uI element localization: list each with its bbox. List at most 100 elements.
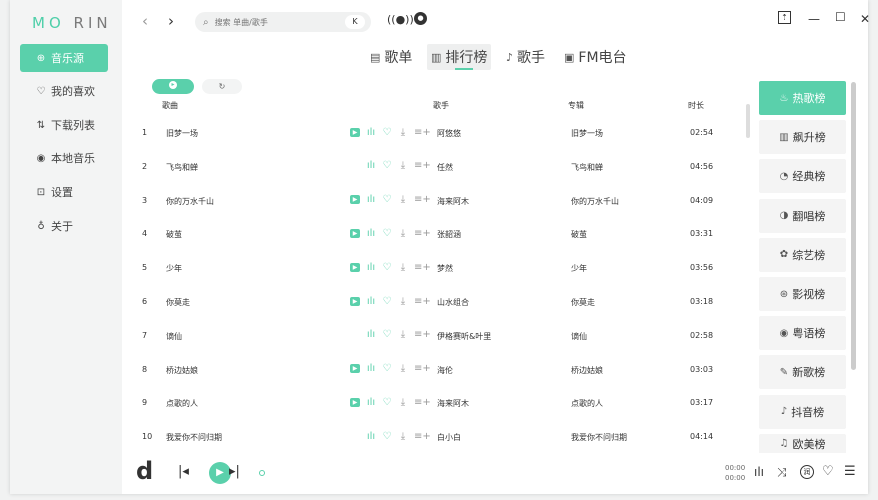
- song-album[interactable]: 桥边姑娘: [571, 365, 603, 376]
- song-title[interactable]: 少年: [166, 263, 182, 274]
- heart-icon[interactable]: ♡: [382, 127, 392, 138]
- song-title[interactable]: 飞鸟和蝉: [166, 162, 198, 173]
- download-icon[interactable]: ⤓: [398, 228, 408, 239]
- heart-icon[interactable]: ♡: [382, 228, 392, 239]
- disc-icon[interactable]: ●: [414, 12, 427, 25]
- add-to-playlist-icon[interactable]: ≡+: [414, 329, 431, 340]
- song-artist[interactable]: 海来阿木: [437, 196, 469, 207]
- song-artist[interactable]: 阿悠悠: [437, 128, 461, 139]
- song-title[interactable]: 点歌的人: [166, 398, 198, 409]
- add-to-playlist-icon[interactable]: ≡+: [414, 127, 431, 138]
- shuffle-icon[interactable]: ⤨: [777, 465, 787, 480]
- ranking-item[interactable]: ◉ 粤语榜: [759, 316, 846, 351]
- sidebar-item-settings[interactable]: ⊡ 设置: [20, 178, 108, 206]
- song-album[interactable]: 旧梦一场: [571, 128, 603, 139]
- add-to-playlist-icon[interactable]: ≡+: [414, 228, 431, 239]
- ranking-item[interactable]: ♨ 热歌榜: [759, 81, 846, 115]
- source-select-button[interactable]: K: [345, 15, 365, 29]
- table-row[interactable]: 8 桥边姑娘 ▶ ılı ♡ ⤓ ≡+ 海伦 桥边姑娘 03:03: [122, 353, 746, 387]
- listen-recognize-icon[interactable]: ((●)): [387, 13, 414, 26]
- song-artist[interactable]: 任然: [437, 162, 453, 173]
- sound-wave-icon[interactable]: ılı: [366, 329, 376, 340]
- song-album[interactable]: 破茧: [571, 229, 587, 240]
- sidebar-item-downloads[interactable]: ⇅ 下载列表: [20, 111, 108, 139]
- add-to-playlist-icon[interactable]: ≡+: [414, 194, 431, 205]
- table-row[interactable]: 4 破茧 ▶ ılı ♡ ⤓ ≡+ 张韶涵 破茧 03:31: [122, 217, 746, 251]
- ranking-item[interactable]: ◑ 翻唱榜: [759, 198, 846, 233]
- pin-top-icon[interactable]: ⇡: [778, 11, 791, 24]
- ranking-item[interactable]: ▥ 飙升榜: [759, 120, 846, 155]
- close-icon[interactable]: ✕: [860, 12, 870, 26]
- back-arrow-icon[interactable]: ‹: [142, 12, 148, 30]
- sidebar-item-about[interactable]: ♁ 关于: [20, 212, 108, 240]
- download-icon[interactable]: ⤓: [398, 296, 408, 307]
- song-artist[interactable]: 伊格赛听&叶里: [437, 331, 491, 342]
- song-artist[interactable]: 海来阿木: [437, 398, 469, 409]
- song-artist[interactable]: 海伦: [437, 365, 453, 376]
- add-to-playlist-icon[interactable]: ≡+: [414, 160, 431, 171]
- table-row[interactable]: 3 你的万水千山 ▶ ılı ♡ ⤓ ≡+ 海来阿木 你的万水千山 04:09: [122, 184, 746, 218]
- previous-track-icon[interactable]: |◂: [178, 464, 189, 479]
- download-icon[interactable]: ⤓: [398, 194, 408, 205]
- download-icon[interactable]: ⤓: [398, 160, 408, 171]
- download-icon[interactable]: ⤓: [398, 397, 408, 408]
- table-row[interactable]: 6 你莫走 ▶ ılı ♡ ⤓ ≡+ 山水组合 你莫走 03:18: [122, 285, 746, 319]
- heart-icon[interactable]: ♡: [382, 329, 392, 340]
- mv-icon[interactable]: ▶: [350, 127, 360, 137]
- mv-icon[interactable]: ▶: [350, 195, 360, 205]
- ranking-item[interactable]: ◔ 经典榜: [759, 159, 846, 194]
- mv-icon[interactable]: ▶: [350, 296, 360, 306]
- table-row[interactable]: 1 旧梦一场 ▶ ılı ♡ ⤓ ≡+ 阿悠悠 旧梦一场 02:54: [122, 116, 746, 150]
- heart-icon[interactable]: ♡: [382, 296, 392, 307]
- song-title[interactable]: 你的万水千山: [166, 196, 214, 207]
- ranking-item[interactable]: ✎ 新歌榜: [759, 355, 846, 390]
- sound-wave-icon[interactable]: ılı: [366, 228, 376, 239]
- playlist-queue-icon[interactable]: ☰: [844, 464, 856, 479]
- refresh-button[interactable]: ↻: [202, 79, 242, 94]
- song-album[interactable]: 你莫走: [571, 297, 595, 308]
- forward-arrow-icon[interactable]: ›: [168, 12, 174, 30]
- download-icon[interactable]: ⤓: [398, 431, 408, 442]
- ranking-scrollbar[interactable]: [851, 82, 856, 370]
- table-row[interactable]: 5 少年 ▶ ılı ♡ ⤓ ≡+ 梦然 少年 03:56: [122, 251, 746, 285]
- table-row[interactable]: 7 谪仙 ▶ ılı ♡ ⤓ ≡+ 伊格赛听&叶里 谪仙 02:58: [122, 319, 746, 353]
- sound-wave-icon[interactable]: ılı: [366, 431, 376, 442]
- mv-icon[interactable]: ▶: [350, 262, 360, 272]
- song-artist[interactable]: 白小白: [437, 432, 461, 443]
- song-title[interactable]: 谪仙: [166, 331, 182, 342]
- table-row[interactable]: 2 飞鸟和蝉 ▶ ılı ♡ ⤓ ≡+ 任然 飞鸟和蝉 04:56: [122, 150, 746, 184]
- song-album[interactable]: 你的万水千山: [571, 196, 619, 207]
- song-artist[interactable]: 张韶涵: [437, 229, 461, 240]
- sound-wave-icon[interactable]: ılı: [366, 363, 376, 374]
- song-title[interactable]: 你莫走: [166, 297, 190, 308]
- download-icon[interactable]: ⤓: [398, 363, 408, 374]
- ranking-item[interactable]: ✿ 综艺榜: [759, 237, 846, 272]
- mv-icon[interactable]: ▶: [350, 228, 360, 238]
- sound-wave-icon[interactable]: ılı: [366, 160, 376, 171]
- ranking-item[interactable]: ⊛ 影视榜: [759, 277, 846, 311]
- like-heart-icon[interactable]: ♡: [822, 464, 834, 479]
- mv-icon[interactable]: ▶: [350, 397, 360, 407]
- next-track-icon[interactable]: ▸|: [229, 464, 240, 479]
- list-scrollbar[interactable]: [746, 104, 750, 138]
- heart-icon[interactable]: ♡: [382, 397, 392, 408]
- song-title[interactable]: 我爱你不问归期: [166, 432, 222, 443]
- sound-wave-icon[interactable]: ılı: [366, 296, 376, 307]
- sidebar-item-local-music[interactable]: ◉ 本地音乐: [20, 144, 108, 172]
- add-to-playlist-icon[interactable]: ≡+: [414, 431, 431, 442]
- sound-wave-icon[interactable]: ılı: [366, 397, 376, 408]
- song-title[interactable]: 桥边姑娘: [166, 365, 198, 376]
- minimize-icon[interactable]: —: [808, 12, 820, 26]
- equalizer-icon[interactable]: ılı: [754, 465, 764, 479]
- quality-badge[interactable]: 润: [800, 465, 814, 479]
- search-input[interactable]: [212, 16, 337, 28]
- song-title[interactable]: 旧梦一场: [166, 128, 198, 139]
- play-all-button[interactable]: ▸: [152, 79, 194, 94]
- download-icon[interactable]: ⤓: [398, 127, 408, 138]
- table-row[interactable]: 9 点歌的人 ▶ ılı ♡ ⤓ ≡+ 海来阿木 点歌的人 03:17: [122, 386, 746, 420]
- song-artist[interactable]: 山水组合: [437, 297, 469, 308]
- download-icon[interactable]: ⤓: [398, 329, 408, 340]
- sound-wave-icon[interactable]: ılı: [366, 194, 376, 205]
- tab-playlists[interactable]: ▤ 歌单: [370, 44, 412, 70]
- mv-icon[interactable]: ▶: [350, 364, 360, 374]
